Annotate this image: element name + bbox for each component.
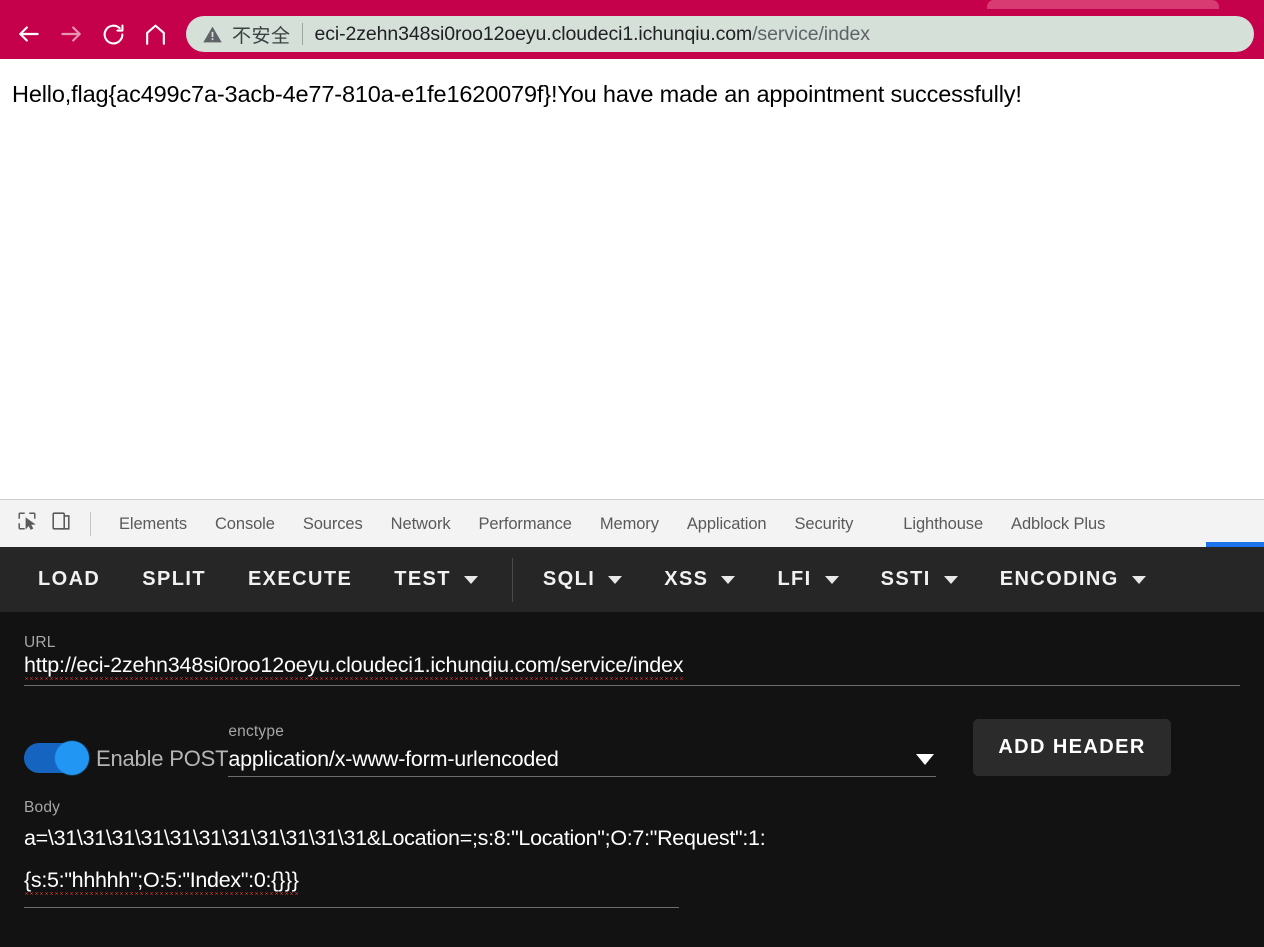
- body-underline: [24, 906, 679, 908]
- browser-tab[interactable]: [987, 0, 1219, 9]
- hackbar-form: URL http://eci-2zehn348si0roo12oeyu.clou…: [0, 612, 1264, 908]
- toolbar-xss-label: XSS: [664, 568, 709, 590]
- toolbar-divider: [90, 511, 91, 536]
- security-status-text: 不安全: [232, 25, 291, 47]
- toolbar-execute-button[interactable]: EXECUTE: [248, 568, 352, 591]
- toolbar-lfi-menu[interactable]: LFI: [777, 568, 839, 591]
- tab-strip: [0, 0, 1264, 9]
- inspect-element-icon: [16, 510, 38, 537]
- hackbar-toolbar: LOAD SPLIT EXECUTE TEST SQLI XSS LFI SST…: [0, 547, 1264, 612]
- omnibox-divider: [301, 23, 303, 45]
- toolbar-ssti-menu[interactable]: SSTI: [881, 568, 958, 591]
- tab-sources[interactable]: Sources: [289, 500, 377, 548]
- tab-application[interactable]: Application: [673, 500, 781, 548]
- chevron-down-icon: [463, 575, 478, 584]
- tab-performance[interactable]: Performance: [465, 500, 586, 548]
- reload-button[interactable]: [92, 13, 134, 55]
- url-field-group: URL http://eci-2zehn348si0roo12oeyu.clou…: [24, 634, 1240, 686]
- toolbar-execute-label: EXECUTE: [247, 568, 353, 590]
- hackbar-panel: LOAD SPLIT EXECUTE TEST SQLI XSS LFI SST…: [0, 547, 1264, 947]
- tab-adblock-plus[interactable]: Adblock Plus: [997, 500, 1119, 548]
- toolbar-sqli-menu[interactable]: SQLI: [542, 568, 623, 591]
- inspect-element-button[interactable]: [10, 507, 44, 541]
- devtools-tab-bar: Elements Console Sources Network Perform…: [0, 499, 1264, 547]
- tab-memory[interactable]: Memory: [586, 500, 673, 548]
- back-arrow-icon: [16, 21, 42, 47]
- tab-lighthouse[interactable]: Lighthouse: [889, 500, 997, 548]
- toolbar-load-label: LOAD: [38, 568, 101, 590]
- toolbar-group-divider: [511, 557, 513, 602]
- body-field-label: Body: [24, 799, 61, 816]
- enable-post-toggle[interactable]: [24, 741, 89, 775]
- toolbar-split-label: SPLIT: [142, 568, 206, 590]
- toggle-knob: [55, 741, 89, 775]
- forward-arrow-icon: [58, 21, 84, 47]
- browser-chrome: 不安全 eci-2zehn348si0roo12oeyu.cloudeci1.i…: [0, 0, 1264, 59]
- body-line-1: a=\31\31\31\31\31\31\31\31\31\31\31&Loca…: [24, 826, 766, 850]
- post-options-row: Enable POST enctype application/x-www-fo…: [24, 719, 1240, 777]
- url-host: eci-2zehn348si0roo12oeyu.cloudeci1.ichun…: [314, 22, 753, 45]
- chevron-down-icon: [1131, 575, 1146, 584]
- chevron-down-icon: [608, 575, 623, 584]
- enable-post-label: Enable POST: [96, 746, 229, 771]
- tab-elements[interactable]: Elements: [105, 500, 201, 548]
- tab-console[interactable]: Console: [201, 500, 289, 548]
- toolbar-test-label: TEST: [394, 568, 451, 590]
- device-toolbar-button[interactable]: [44, 507, 78, 541]
- reload-icon: [101, 22, 126, 47]
- home-button[interactable]: [134, 13, 176, 55]
- toolbar-split-button[interactable]: SPLIT: [142, 568, 206, 591]
- add-header-button[interactable]: ADD HEADER: [973, 719, 1171, 776]
- home-icon: [143, 22, 168, 47]
- enctype-label: enctype: [228, 723, 285, 740]
- chevron-down-icon: [824, 575, 839, 584]
- tab-network[interactable]: Network: [377, 500, 465, 548]
- body-textarea[interactable]: a=\31\31\31\31\31\31\31\31\31\31\31&Loca…: [24, 818, 1240, 902]
- forward-button[interactable]: [50, 13, 92, 55]
- browser-navigation-bar: 不安全 eci-2zehn348si0roo12oeyu.cloudeci1.i…: [0, 9, 1264, 59]
- body-line-2: {s:5:"hhhhh";O:5:"Index":0:{}}}: [24, 860, 1240, 902]
- url-input[interactable]: http://eci-2zehn348si0roo12oeyu.cloudeci…: [24, 653, 1240, 686]
- toolbar-encoding-label: ENCODING: [999, 568, 1119, 590]
- toolbar-sqli-label: SQLI: [542, 568, 596, 590]
- page-viewport: Hello,flag{ac499c7a-3acb-4e77-810a-e1fe1…: [0, 59, 1264, 499]
- screen-root: 不安全 eci-2zehn348si0roo12oeyu.cloudeci1.i…: [0, 0, 1264, 947]
- enctype-field-group: enctype application/x-www-form-urlencode…: [228, 723, 937, 777]
- toolbar-lfi-label: LFI: [777, 568, 812, 590]
- page-body-text: Hello,flag{ac499c7a-3acb-4e77-810a-e1fe1…: [12, 81, 1022, 107]
- chevron-down-icon: [916, 754, 935, 765]
- url-field-label: URL: [24, 634, 56, 651]
- url-input-value: http://eci-2zehn348si0roo12oeyu.cloudeci…: [24, 653, 683, 680]
- toolbar-xss-menu[interactable]: XSS: [664, 568, 736, 591]
- tab-security[interactable]: Security: [780, 500, 867, 548]
- toolbar-test-menu[interactable]: TEST: [394, 568, 478, 591]
- back-button[interactable]: [8, 13, 50, 55]
- warning-triangle-icon: [202, 24, 223, 45]
- body-field-group: Body a=\31\31\31\31\31\31\31\31\31\31\31…: [24, 799, 1240, 908]
- device-toolbar-icon: [50, 510, 72, 537]
- enctype-selected-value: application/x-www-form-urlencoded: [228, 747, 559, 771]
- enctype-select[interactable]: application/x-www-form-urlencoded: [228, 747, 937, 777]
- toolbar-load-button[interactable]: LOAD: [38, 568, 100, 591]
- chevron-down-icon: [721, 575, 736, 584]
- toolbar-ssti-label: SSTI: [880, 568, 931, 590]
- chevron-down-icon: [943, 575, 958, 584]
- toolbar-encoding-menu[interactable]: ENCODING: [1000, 568, 1146, 591]
- url-path: /service/index: [752, 22, 870, 45]
- url-text: eci-2zehn348si0roo12oeyu.cloudeci1.ichun…: [315, 23, 870, 46]
- address-bar[interactable]: 不安全 eci-2zehn348si0roo12oeyu.cloudeci1.i…: [186, 16, 1254, 52]
